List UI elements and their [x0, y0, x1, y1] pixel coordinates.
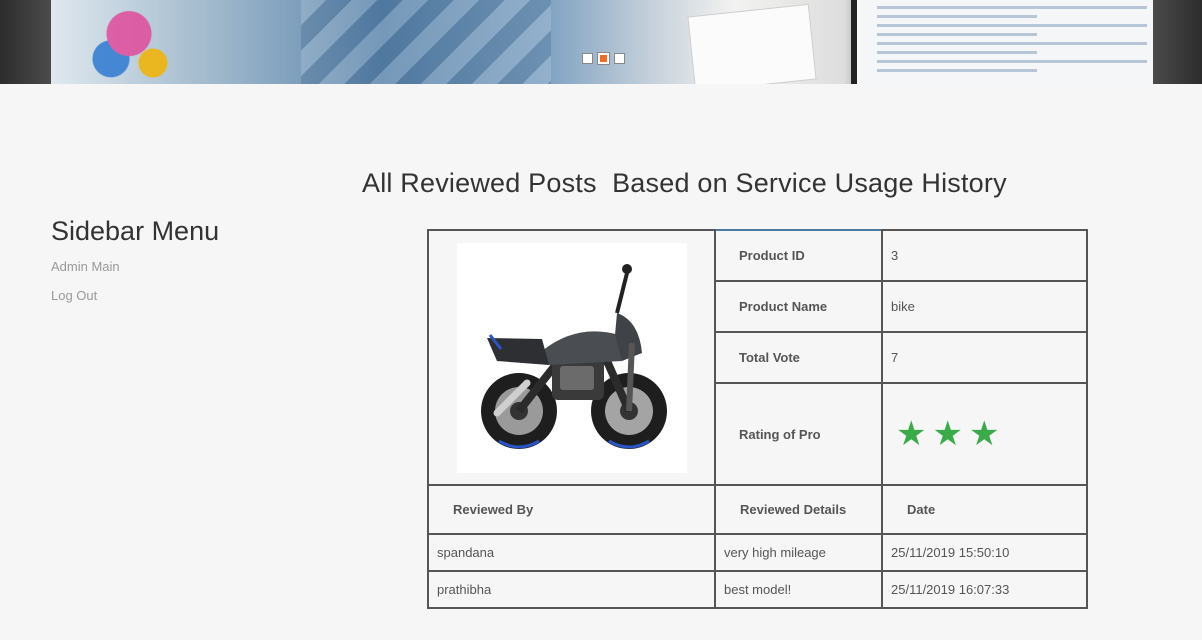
- review-date-cell: 25/11/2019 15:50:10: [881, 533, 1088, 572]
- sidebar: Sidebar Menu Admin Main Log Out: [51, 216, 291, 317]
- banner-art-papers: [687, 3, 817, 84]
- star-icon: ★: [932, 414, 963, 454]
- star-rating: ★ ★ ★: [891, 417, 1086, 451]
- review-table: Product ID 3 Product Name bike Total Vot…: [427, 229, 1088, 609]
- page-title: All Reviewed Posts Based on Service Usag…: [362, 168, 1007, 198]
- col-header-reviewed-by: Reviewed By: [427, 484, 716, 535]
- slide-dot-3[interactable]: [614, 53, 625, 64]
- header-banner-wrap: [0, 0, 1202, 84]
- product-name-label: Product Name: [714, 280, 883, 333]
- col-header-date: Date: [881, 484, 1088, 535]
- sidebar-item-log-out[interactable]: Log Out: [51, 288, 291, 303]
- sidebar-title: Sidebar Menu: [51, 216, 220, 246]
- sidebar-item-admin-main[interactable]: Admin Main: [51, 259, 291, 274]
- product-id-value: 3: [881, 229, 1088, 282]
- star-icon: ★: [968, 414, 1000, 454]
- rating-label: Rating of Pro: [714, 382, 883, 486]
- product-image-cell: [427, 229, 716, 486]
- table-row: prathibha best model! 25/11/2019 16:07:3…: [427, 570, 1088, 609]
- banner-art-code-screen: [851, 0, 1153, 84]
- banner-art-graphic: [69, 0, 189, 84]
- table-row: spandana very high mileage 25/11/2019 15…: [427, 533, 1088, 572]
- review-date-cell: 25/11/2019 16:07:33: [881, 570, 1088, 609]
- review-details-cell: very high mileage: [714, 533, 883, 572]
- review-by-cell: spandana: [427, 533, 716, 572]
- product-image: [456, 242, 687, 473]
- review-details-cell: best model!: [714, 570, 883, 609]
- banner-art-buildings: [301, 0, 551, 84]
- col-header-reviewed-details: Reviewed Details: [714, 484, 883, 535]
- product-name-value: bike: [881, 280, 1088, 333]
- slide-dot-1[interactable]: [582, 53, 593, 64]
- star-icon: ★: [896, 414, 927, 454]
- slide-dot-2-active[interactable]: [597, 52, 610, 65]
- table-row: Product ID 3: [427, 229, 1088, 486]
- total-vote-label: Total Vote: [714, 331, 883, 384]
- motorcycle-icon: [480, 263, 667, 449]
- slideshow-dots: [582, 52, 625, 65]
- review-by-cell: prathibha: [427, 570, 716, 609]
- slideshow-banner: [51, 0, 1153, 84]
- rating-value: ★ ★ ★: [881, 382, 1088, 486]
- product-id-label: Product ID: [714, 229, 883, 282]
- table-header-row: Reviewed By Reviewed Details Date: [427, 484, 1088, 535]
- total-vote-value: 7: [881, 331, 1088, 384]
